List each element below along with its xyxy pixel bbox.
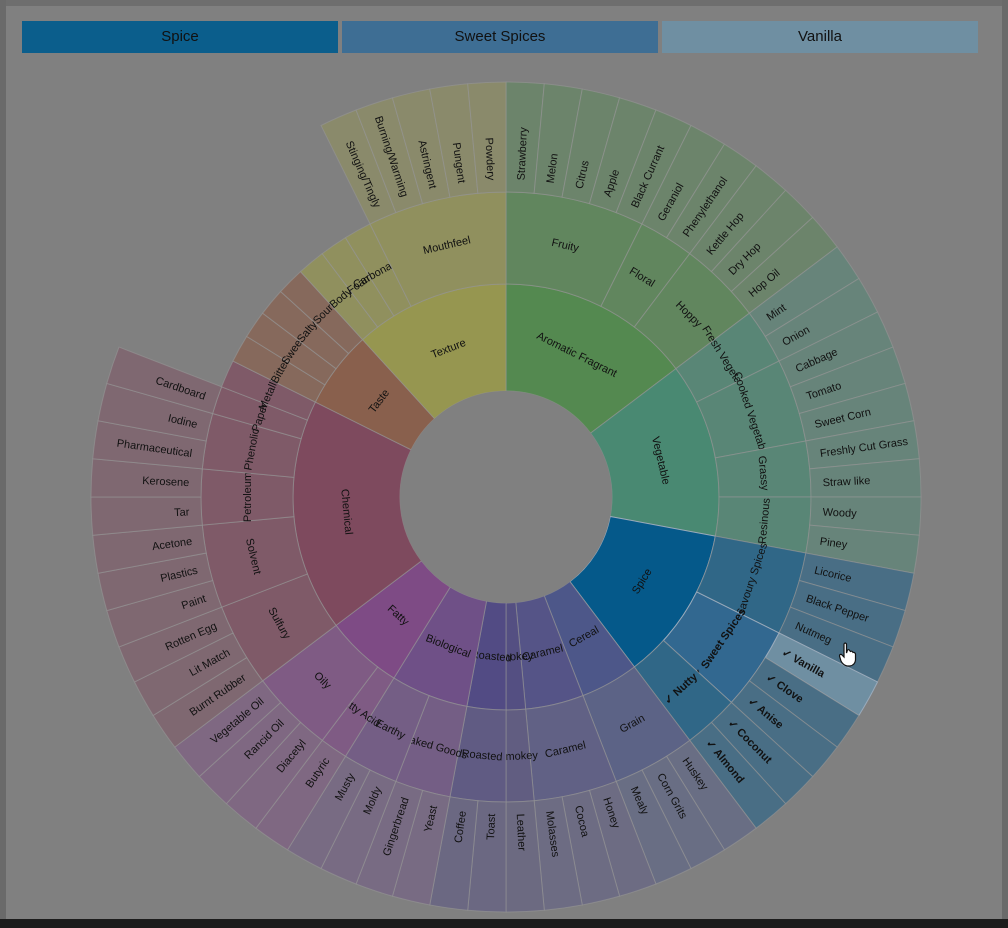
sunburst-chart: Aromatic FragrantFruityStrawberry Melon Ci… [90,81,922,913]
center-hole [400,391,612,603]
bottom-bar [0,919,1008,928]
hand-cursor-icon [838,642,857,667]
segment-petroleum[interactable] [200,468,295,526]
